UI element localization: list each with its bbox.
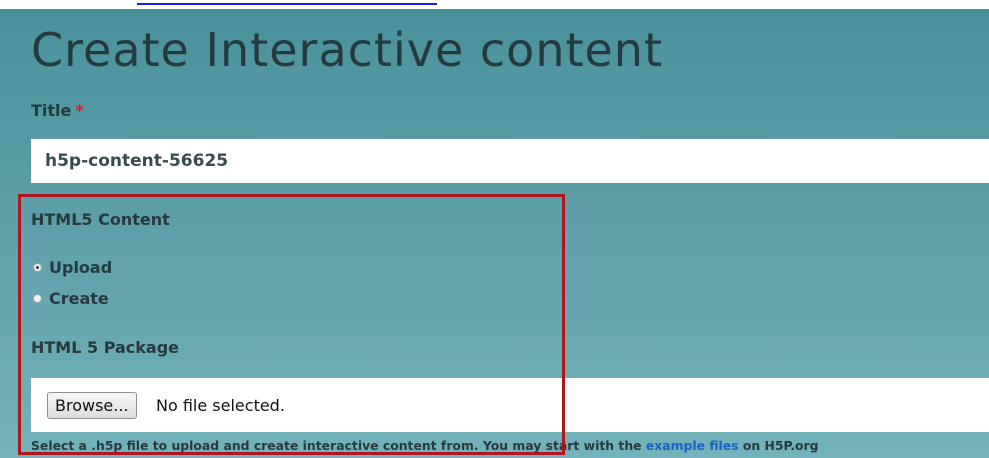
- file-status: No file selected.: [156, 396, 285, 415]
- file-upload-field[interactable]: Browse... No file selected.: [31, 378, 989, 432]
- html5-content-label: HTML5 Content: [31, 210, 170, 229]
- radio-upload[interactable]: Upload: [33, 256, 112, 278]
- title-input[interactable]: [31, 139, 989, 183]
- radio-create[interactable]: Create: [33, 287, 109, 309]
- radio-create-label: Create: [49, 288, 109, 308]
- example-files-link[interactable]: example files: [646, 438, 739, 453]
- radio-unchecked-icon[interactable]: [33, 293, 42, 303]
- html5-package-label: HTML 5 Package: [31, 338, 180, 357]
- required-mark: *: [75, 101, 84, 120]
- top-strip: [0, 0, 989, 9]
- title-label: Title *: [31, 101, 84, 120]
- browse-button[interactable]: Browse...: [47, 392, 137, 419]
- upload-help-text: Select a .h5p file to upload and create …: [31, 438, 819, 453]
- radio-checked-icon[interactable]: [33, 262, 42, 272]
- page-title: Create Interactive content: [31, 23, 663, 77]
- help-suffix: on H5P.org: [738, 438, 819, 453]
- title-label-text: Title: [31, 101, 72, 120]
- radio-upload-label: Upload: [49, 257, 113, 277]
- help-prefix: Select a .h5p file to upload and create …: [31, 438, 646, 453]
- content-form-panel: Create Interactive content Title* HTML5 …: [0, 9, 989, 458]
- cropped-link[interactable]: [137, 0, 437, 5]
